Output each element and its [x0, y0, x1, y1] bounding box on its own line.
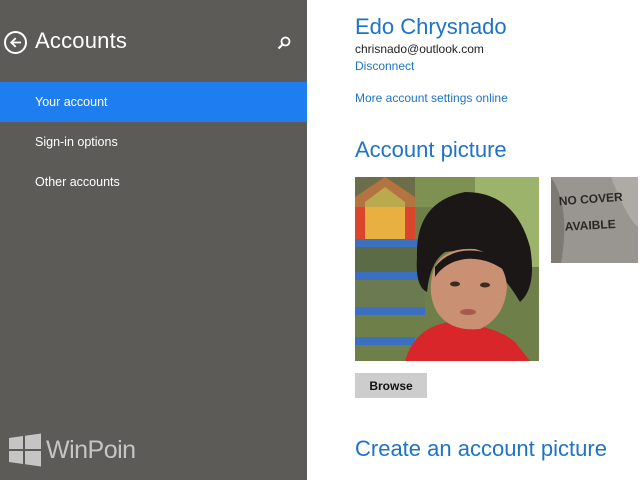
user-email: chrisnado@outlook.com — [355, 42, 484, 56]
watermark-text: WinPoin — [46, 435, 136, 464]
windows-logo-icon — [9, 433, 41, 467]
account-picture-heading: Account picture — [355, 137, 507, 162]
back-button[interactable] — [4, 31, 27, 54]
create-account-picture-heading: Create an account picture — [355, 436, 607, 461]
watermark: WinPoin — [7, 432, 136, 468]
search-icon[interactable] — [276, 35, 292, 51]
browse-button[interactable]: Browse — [355, 373, 427, 398]
user-name: Edo Chrysnado — [355, 14, 507, 39]
previous-account-picture[interactable]: NO COVER AVAIBLE — [551, 177, 638, 263]
nav-item-label: Your account — [35, 95, 108, 109]
nav-item-other-accounts[interactable]: Other accounts — [0, 162, 307, 202]
nav-item-sign-in-options[interactable]: Sign-in options — [0, 122, 307, 162]
more-account-settings-link[interactable]: More account settings online — [355, 91, 508, 105]
back-arrow-icon — [10, 37, 22, 48]
nav-item-your-account[interactable]: Your account — [0, 82, 307, 122]
disconnect-link[interactable]: Disconnect — [355, 59, 414, 73]
nav-item-label: Other accounts — [35, 175, 120, 189]
nav-item-label: Sign-in options — [35, 135, 118, 149]
pane-title: Accounts — [35, 28, 128, 53]
svg-text:AVAIBLE: AVAIBLE — [564, 217, 616, 234]
current-account-picture — [355, 177, 539, 361]
left-pane: Accounts Your account Sign-in options Ot… — [0, 0, 307, 480]
